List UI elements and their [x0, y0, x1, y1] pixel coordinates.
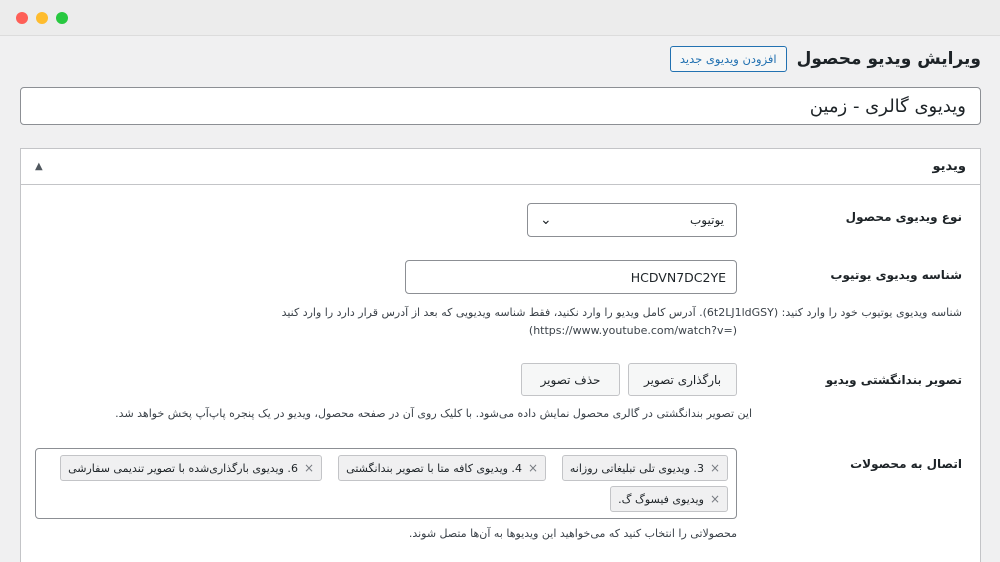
products-label: اتصال به محصولات — [850, 457, 962, 471]
video-type-select[interactable]: یوتیوب ⌄ — [527, 203, 737, 237]
thumbnail-description: این تصویر بندانگشتی در گالری محصول نمایش… — [115, 407, 752, 420]
product-tag: × 4. ویدیوی کافه متا با تصویر بندانگشتی — [338, 455, 546, 481]
upload-image-button[interactable]: بارگذاری تصویر — [628, 363, 737, 396]
video-title-input[interactable]: ویدیوی گالری - زمین — [20, 87, 981, 125]
maximize-window-button[interactable] — [56, 12, 68, 24]
close-window-button[interactable] — [16, 12, 28, 24]
thumbnail-label: تصویر بندانگشتی ویدیو — [825, 373, 962, 387]
video-type-label: نوع ویدیوی محصول — [845, 210, 962, 224]
product-tag: × 3. ویدیوی تلی تبلیغاتی روزانه — [561, 455, 728, 481]
page-heading-row: ویرایش ویدیو محصول افزودن ویدیوی جدید — [669, 46, 981, 72]
products-description: محصولاتی را انتخاب کنید که می‌خواهید این… — [408, 527, 737, 540]
remove-tag-icon[interactable]: × — [710, 461, 720, 475]
edit-page: ویرایش ویدیو محصول افزودن ویدیوی جدید وی… — [0, 36, 1000, 562]
remove-tag-icon[interactable]: × — [304, 461, 314, 475]
youtube-id-input[interactable]: HCDVN7DC2YE — [405, 260, 737, 294]
product-tag-label: ویدیوی فیسوگ گ. — [618, 492, 704, 506]
video-type-selected-value: یوتیوب — [690, 213, 724, 227]
product-tag-label: 4. ویدیوی کافه متا با تصویر بندانگشتی — [346, 461, 522, 475]
youtube-id-description-line2: (https://www.youtube.com/watch?v=) — [528, 324, 737, 337]
add-new-video-button[interactable]: افزودن ویدیوی جدید — [669, 46, 787, 72]
youtube-id-label: شناسه ویدیوی یوتیوب — [830, 268, 962, 282]
metabox-header[interactable]: ویدیو ▲ — [21, 149, 980, 185]
product-tag-label: 3. ویدیوی تلی تبلیغاتی روزانه — [569, 461, 704, 475]
remove-tag-icon[interactable]: × — [710, 492, 720, 506]
remove-image-button[interactable]: حذف تصویر — [521, 363, 620, 396]
product-tag-label: 6. ویدیوی بارگذاری‌شده با تصویر تندیمی س… — [68, 461, 298, 475]
products-tag-input[interactable]: × 3. ویدیوی تلی تبلیغاتی روزانه × 4. وید… — [35, 448, 737, 519]
remove-tag-icon[interactable]: × — [528, 461, 538, 475]
product-tag: × ویدیوی فیسوگ گ. — [610, 486, 728, 512]
youtube-id-description-line1: شناسه ویدیوی یوتیوب خود را وارد کنید: (6… — [281, 306, 962, 319]
chevron-down-icon: ⌄ — [540, 212, 552, 228]
triangle-up-icon[interactable]: ▲ — [35, 161, 43, 172]
minimize-window-button[interactable] — [36, 12, 48, 24]
page-title: ویرایش ویدیو محصول — [796, 49, 981, 69]
window-titlebar — [0, 0, 1000, 36]
metabox-title: ویدیو — [932, 159, 966, 174]
product-tag: × 6. ویدیوی بارگذاری‌شده با تصویر تندیمی… — [60, 455, 322, 481]
